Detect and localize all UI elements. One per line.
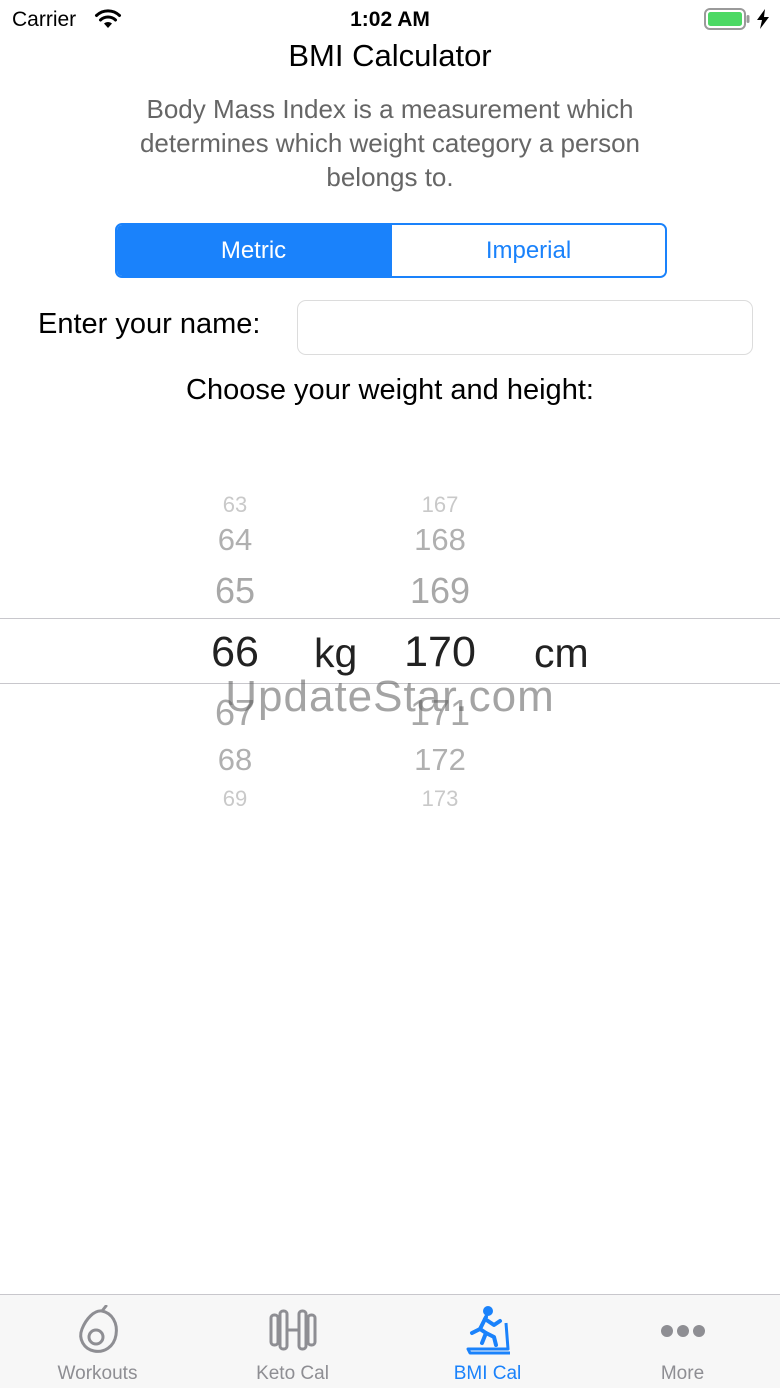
height-option[interactable]: 169 <box>360 570 520 612</box>
tab-workouts[interactable]: Workouts <box>0 1295 195 1388</box>
weight-option[interactable]: 63 <box>155 492 315 518</box>
tab-keto-cal[interactable]: Keto Cal <box>195 1295 390 1388</box>
tab-bar: Workouts Keto Cal BMI Cal More <box>0 1294 780 1388</box>
tab-more[interactable]: More <box>585 1295 780 1388</box>
weight-height-picker[interactable]: 63 64 65 66 67 68 69 kg 167 168 169 170 … <box>0 484 780 824</box>
charging-bolt-icon <box>757 9 769 29</box>
weight-unit-label: kg <box>314 630 358 676</box>
unit-segmented-control: Metric Imperial <box>115 223 667 278</box>
tab-bmi-cal[interactable]: BMI Cal <box>390 1295 585 1388</box>
weight-selected-value[interactable]: 66 <box>155 628 315 677</box>
height-selected-value[interactable]: 170 <box>360 628 520 677</box>
weight-option[interactable]: 64 <box>155 522 315 558</box>
height-option[interactable]: 167 <box>360 492 520 518</box>
weight-option[interactable]: 65 <box>155 570 315 612</box>
tab-label: BMI Cal <box>453 1363 522 1384</box>
avocado-icon <box>78 1305 118 1353</box>
height-option[interactable]: 173 <box>360 786 520 812</box>
weight-option[interactable]: 69 <box>155 786 315 812</box>
segment-metric[interactable]: Metric <box>117 225 390 276</box>
tab-label: Workouts <box>57 1363 138 1384</box>
treadmill-icon <box>466 1306 510 1355</box>
status-bar: Carrier 1:02 AM <box>0 0 780 40</box>
battery-icon <box>704 8 750 30</box>
name-input[interactable] <box>297 300 753 355</box>
segment-imperial[interactable]: Imperial <box>390 225 665 276</box>
status-time: 1:02 AM <box>350 8 430 31</box>
picker-prompt: Choose your weight and height: <box>186 374 594 406</box>
more-dots-icon <box>660 1325 705 1337</box>
watermark: UpdateStar.com <box>225 672 555 721</box>
weight-wheel[interactable]: 63 64 65 66 67 68 69 <box>155 484 315 824</box>
page-title: BMI Calculator <box>288 38 492 73</box>
name-label: Enter your name: <box>38 308 261 340</box>
height-option[interactable]: 172 <box>360 742 520 778</box>
height-wheel[interactable]: 167 168 169 170 171 172 173 <box>360 484 520 824</box>
tab-label: More <box>660 1363 705 1384</box>
tab-label: Keto Cal <box>256 1363 329 1384</box>
height-unit-label: cm <box>534 630 589 676</box>
height-option[interactable]: 168 <box>360 522 520 558</box>
weight-option[interactable]: 68 <box>155 742 315 778</box>
dumbbell-icon <box>269 1309 316 1351</box>
page-description: Body Mass Index is a measurement which d… <box>139 94 641 192</box>
